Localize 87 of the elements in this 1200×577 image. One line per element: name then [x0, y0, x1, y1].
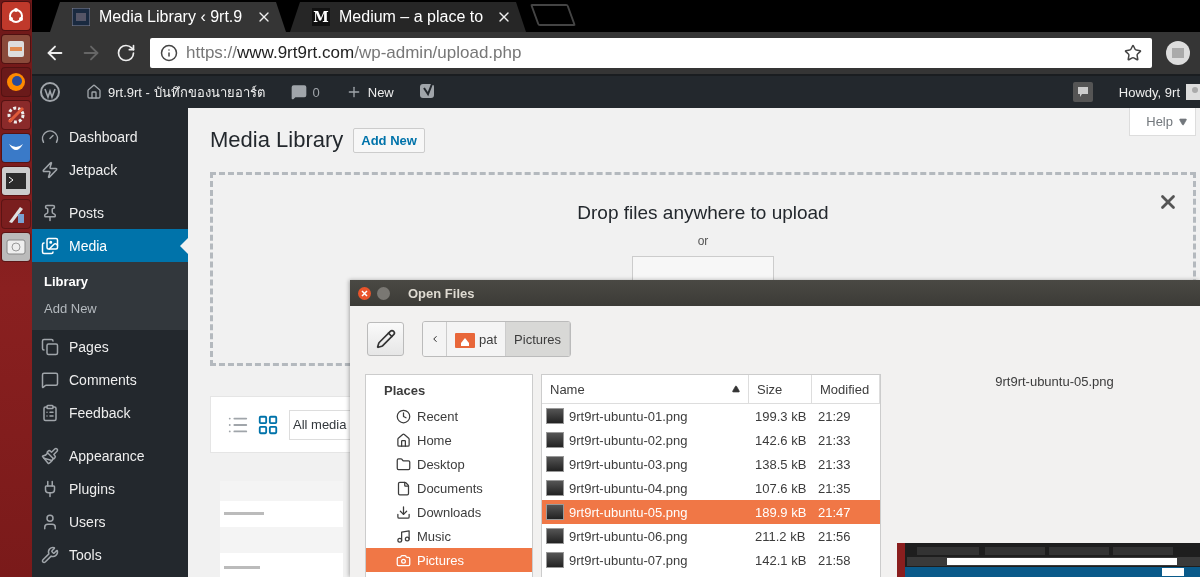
drop-heading: Drop files anywhere to upload	[577, 202, 829, 224]
image-file-icon	[546, 552, 564, 568]
sidebar-item[interactable]: Appearance	[32, 439, 188, 472]
sidebar-item[interactable]: Feedback	[32, 396, 188, 429]
notification-icon[interactable]	[1072, 82, 1093, 102]
sidebar-item[interactable]: Comments	[32, 363, 188, 396]
info-icon[interactable]	[160, 44, 178, 62]
or-text: or	[697, 234, 709, 248]
wrench-icon	[41, 545, 59, 564]
close-button[interactable]	[358, 286, 371, 300]
favicon: M	[312, 8, 330, 26]
column-header[interactable]: Modified	[812, 375, 880, 403]
sidebar-item[interactable]: Tools	[32, 538, 188, 571]
pages-icon	[41, 337, 59, 356]
place-item[interactable]: Music	[366, 524, 532, 548]
home-icon	[396, 432, 411, 448]
place-item[interactable]: Documents	[366, 476, 532, 500]
submenu-item[interactable]: Add New	[32, 295, 188, 322]
dialog-title: Open Files	[408, 285, 475, 301]
howdy-link[interactable]: Howdy, 9rt	[1118, 84, 1180, 100]
sidebar-item[interactable]: Dashboard	[32, 120, 188, 153]
sidebar-item[interactable]: Posts	[32, 196, 188, 229]
add-new-button[interactable]: Add New	[353, 127, 425, 153]
path-button[interactable]: Pictures	[506, 322, 571, 356]
comment-icon[interactable]	[290, 84, 307, 100]
download-icon	[396, 504, 411, 520]
user-icon	[41, 512, 59, 531]
browser-tab[interactable]: Media Library ‹ 9rt.9	[50, 2, 286, 32]
wordpress-logo-icon[interactable]	[40, 82, 60, 102]
text-editor-icon[interactable]	[2, 200, 30, 228]
plugin-logo-icon[interactable]	[419, 83, 436, 101]
minimize-button[interactable]	[377, 286, 390, 300]
images-icon	[41, 236, 59, 255]
image-file-icon	[546, 432, 564, 448]
gauge-icon	[41, 127, 59, 146]
home-icon[interactable]	[86, 84, 102, 100]
file-cabinet-icon[interactable]	[2, 35, 30, 63]
submenu-item[interactable]: Library	[32, 268, 188, 295]
star-icon[interactable]	[1124, 44, 1142, 62]
column-header[interactable]: Size	[749, 375, 812, 403]
address-field[interactable]: https://www.9rt9rt.com/wp-admin/upload.php	[150, 38, 1152, 68]
camera-icon	[396, 552, 411, 568]
grid-view-icon[interactable]	[257, 413, 279, 436]
site-name-link[interactable]: 9rt.9rt - บันทึกของนายอาร์ต	[108, 81, 265, 103]
help-tab[interactable]: Help	[1129, 108, 1196, 136]
comment-count[interactable]: 0	[312, 84, 320, 100]
sidebar-item[interactable]: Pages	[32, 330, 188, 363]
image-file-icon	[546, 408, 564, 424]
caret-icon	[1179, 117, 1187, 126]
sidebar-item[interactable]: Media	[32, 229, 188, 262]
terminal-icon[interactable]	[2, 167, 30, 195]
paintbrush-icon	[41, 446, 59, 465]
image-file-icon	[546, 528, 564, 544]
image-file-icon	[546, 480, 564, 496]
column-header[interactable]: Name	[542, 375, 749, 403]
close-icon	[361, 289, 368, 297]
places-heading: Places	[383, 382, 427, 400]
preview-filename: 9rt9rt-ubuntu-05.png	[995, 374, 1114, 389]
settings-icon[interactable]	[2, 101, 30, 129]
folder-icon	[396, 456, 411, 472]
path-button[interactable]: pat	[447, 322, 507, 356]
reload-button[interactable]	[116, 43, 136, 63]
speech-bubble-icon	[41, 370, 59, 389]
sidebar-item[interactable]: Plugins	[32, 472, 188, 505]
music-icon	[396, 528, 411, 544]
home-folder-icon	[455, 330, 475, 348]
pin-icon	[41, 203, 59, 222]
sidebar-item[interactable]: Users	[32, 505, 188, 538]
place-item[interactable]: Desktop	[366, 452, 532, 476]
new-link[interactable]: New	[367, 84, 394, 100]
sidebar-item[interactable]: Jetpack	[32, 153, 188, 186]
browser-tab[interactable]: M Medium – a place to	[290, 2, 526, 32]
profile-icon[interactable]	[1166, 41, 1190, 65]
lightning-icon	[41, 160, 59, 179]
place-item[interactable]: Downloads	[366, 500, 532, 524]
browser-globe-icon[interactable]	[2, 68, 30, 96]
clock-icon	[396, 408, 411, 424]
sort-arrow-icon	[732, 385, 740, 393]
clipboard-icon	[41, 403, 59, 422]
ubuntu-logo-icon[interactable]	[2, 2, 30, 30]
page-title: Media Library	[210, 127, 344, 153]
image-file-icon	[546, 456, 564, 472]
pencil-icon	[375, 329, 396, 349]
favicon	[72, 8, 90, 26]
image-file-icon	[546, 504, 564, 520]
type-path-button[interactable]	[367, 322, 404, 356]
document-icon	[396, 480, 411, 496]
